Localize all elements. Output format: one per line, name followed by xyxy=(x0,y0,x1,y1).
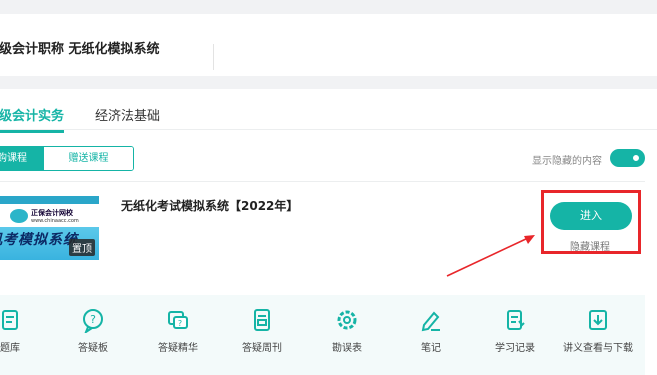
title-divider xyxy=(213,44,214,70)
title-bar: 初级会计职称 无纸化模拟系统 xyxy=(0,14,657,76)
subject-tabs: 初级会计实务 经济法基础 xyxy=(0,105,657,133)
tool-label: 答疑周刊 xyxy=(242,343,282,354)
tool-label: 题库 xyxy=(0,343,20,354)
tool-label: 答疑精华 xyxy=(158,343,198,354)
tool-qa-board[interactable]: ? 答疑板 xyxy=(53,307,133,354)
toggle-knob xyxy=(630,152,642,164)
svg-text:?: ? xyxy=(178,319,182,328)
errata-gear-icon xyxy=(337,310,357,330)
tool-bar: 题库 ? 答疑板 ? 答疑精华 答疑周刊 勘误表 笔记 学习记录 讲义查看与下载 xyxy=(0,295,645,375)
tool-qa-weekly[interactable]: 答疑周刊 xyxy=(222,307,302,354)
row-divider xyxy=(0,181,645,182)
gifted-courses-tab[interactable]: 赠送课程 xyxy=(44,147,133,170)
course-thumbnail[interactable]: 正保会计网校 www.chinaacc.com 机考模拟系统 置顶 xyxy=(0,196,99,260)
tool-study-record[interactable]: 学习记录 xyxy=(475,307,555,354)
pinned-badge: 置顶 xyxy=(69,239,95,256)
question-bank-icon xyxy=(2,310,18,330)
tool-label: 勘误表 xyxy=(332,343,362,354)
tool-label: 讲义查看与下载 xyxy=(563,343,633,354)
tool-handout-download[interactable]: 讲义查看与下载 xyxy=(558,307,638,354)
course-panel: 初级会计实务 经济法基础 已购课程 赠送课程 显示隐藏的内容 正保会计网校 ww… xyxy=(0,89,657,375)
qa-weekly-icon xyxy=(254,309,270,331)
thumbnail-banner-text: 机考模拟系统 xyxy=(0,232,78,248)
tool-label: 学习记录 xyxy=(495,343,535,354)
tool-label: 笔记 xyxy=(421,343,441,354)
qa-board-icon: ? xyxy=(83,309,103,333)
tab-divider xyxy=(0,129,657,130)
tool-question-bank[interactable]: 题库 xyxy=(0,307,50,354)
tool-errata[interactable]: 勘误表 xyxy=(307,307,387,354)
page-title: 初级会计职称 无纸化模拟系统 xyxy=(0,42,160,57)
enter-button[interactable]: 进入 xyxy=(550,202,632,230)
chinaacc-logo-icon xyxy=(10,209,28,223)
tab-accounting-practice[interactable]: 初级会计实务 xyxy=(0,105,65,133)
thumbnail-brand: 正保会计网校 xyxy=(31,209,73,217)
show-hidden-toggle[interactable] xyxy=(610,149,645,167)
study-record-icon xyxy=(507,310,525,330)
svg-text:?: ? xyxy=(90,313,96,326)
thumbnail-top-bar xyxy=(0,196,99,204)
handout-download-icon xyxy=(589,310,607,330)
course-title[interactable]: 无纸化考试模拟系统【2022年】 xyxy=(121,197,298,214)
purchased-courses-tab[interactable]: 已购课程 xyxy=(0,147,44,170)
course-type-switch: 已购课程 赠送课程 xyxy=(0,146,134,171)
tool-notes[interactable]: 笔记 xyxy=(391,307,471,354)
qa-highlights-icon: ? xyxy=(168,311,188,329)
tab-economic-law[interactable]: 经济法基础 xyxy=(95,105,160,124)
show-hidden-label: 显示隐藏的内容 xyxy=(532,156,602,167)
thumbnail-url: www.chinaacc.com xyxy=(31,218,79,224)
tool-qa-highlights[interactable]: ? 答疑精华 xyxy=(138,307,218,354)
hide-course-link[interactable]: 隐藏课程 xyxy=(570,238,610,253)
tool-label: 答疑板 xyxy=(78,343,108,354)
notes-pen-icon xyxy=(421,311,440,332)
